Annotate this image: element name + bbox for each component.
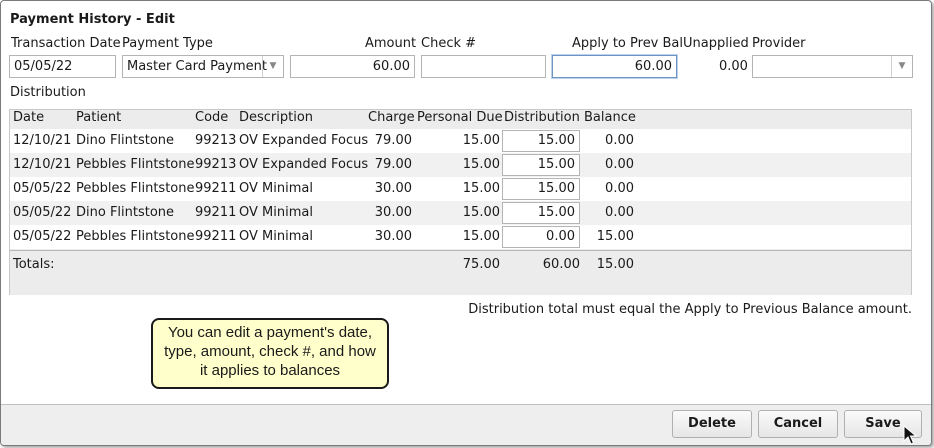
row-personal-due: 15.00 xyxy=(462,157,500,172)
row-description: OV Expanded Focus xyxy=(239,133,369,148)
distribution-section-label: Distribution xyxy=(10,85,86,100)
payment-history-edit-dialog: Payment History - Edit Transaction Date … xyxy=(0,0,932,446)
table-row[interactable]: 05/05/22 Pebbles Flintstone 99211 OV Min… xyxy=(10,177,911,201)
table-row[interactable]: 12/10/21 Pebbles Flintstone 99213 OV Exp… xyxy=(10,153,911,177)
payment-type-select[interactable]: Master Card Payment ▼ xyxy=(122,55,284,78)
column-header-patient: Patient xyxy=(76,110,122,125)
row-personal-due: 15.00 xyxy=(462,229,500,244)
row-code: 99213 xyxy=(195,133,237,148)
row-code: 99211 xyxy=(195,205,237,220)
row-distribution-field[interactable]: 15.00 xyxy=(502,178,580,200)
apply-to-prev-bal-label: Apply to Prev Bal xyxy=(572,36,684,51)
row-distribution-field[interactable]: 15.00 xyxy=(502,154,580,176)
row-description: OV Minimal xyxy=(239,205,313,220)
row-distribution-field[interactable]: 15.00 xyxy=(502,202,580,224)
column-header-code: Code xyxy=(195,110,229,125)
check-number-label: Check # xyxy=(421,36,477,51)
provider-select[interactable]: ▼ xyxy=(752,55,913,78)
unapplied-label: Unapplied xyxy=(683,36,749,51)
row-patient: Pebbles Flintstone xyxy=(76,181,195,196)
row-description: OV Minimal xyxy=(239,229,313,244)
row-date: 12/10/21 xyxy=(13,133,72,148)
row-description: OV Minimal xyxy=(239,181,313,196)
provider-label: Provider xyxy=(752,36,806,51)
totals-row: Totals: 75.00 60.00 15.00 xyxy=(10,250,911,295)
row-distribution-field[interactable]: 15.00 xyxy=(502,130,580,152)
column-header-date: Date xyxy=(13,110,45,125)
row-charge: 30.00 xyxy=(374,205,412,220)
totals-label: Totals: xyxy=(13,257,55,272)
row-personal-due: 15.00 xyxy=(462,133,500,148)
apply-to-prev-bal-field[interactable]: 60.00 xyxy=(552,55,677,78)
row-charge: 30.00 xyxy=(374,181,412,196)
row-code: 99213 xyxy=(195,157,237,172)
row-description: OV Expanded Focus xyxy=(239,157,369,172)
dialog-title: Payment History - Edit xyxy=(10,12,175,27)
payment-type-value: Master Card Payment xyxy=(127,59,267,74)
table-row[interactable]: 12/10/21 Dino Flintstone 99213 OV Expand… xyxy=(10,129,911,153)
row-code: 99211 xyxy=(195,229,237,244)
totals-distribution: 60.00 xyxy=(542,257,580,272)
check-number-field[interactable] xyxy=(421,55,546,78)
row-balance: 0.00 xyxy=(605,205,634,220)
chevron-down-icon[interactable]: ▼ xyxy=(891,56,912,77)
row-date: 05/05/22 xyxy=(13,229,72,244)
cancel-button[interactable]: Cancel xyxy=(758,410,838,438)
totals-balance: 15.00 xyxy=(596,257,634,272)
amount-field[interactable]: 60.00 xyxy=(290,55,415,78)
row-charge: 30.00 xyxy=(374,229,412,244)
row-balance: 0.00 xyxy=(605,157,634,172)
row-charge: 79.00 xyxy=(374,157,412,172)
distribution-note: Distribution total must equal the Apply … xyxy=(468,302,912,317)
row-personal-due: 15.00 xyxy=(462,205,500,220)
column-header-distribution: Distribution xyxy=(504,110,580,125)
column-header-description: Description xyxy=(239,110,314,125)
row-balance: 0.00 xyxy=(605,133,634,148)
column-header-personal-due: Personal Due xyxy=(417,110,503,125)
row-personal-due: 15.00 xyxy=(462,181,500,196)
row-patient: Dino Flintstone xyxy=(76,133,175,148)
row-date: 05/05/22 xyxy=(13,205,72,220)
transaction-date-label: Transaction Date xyxy=(11,36,121,51)
unapplied-value: 0.00 xyxy=(719,59,748,74)
help-callout: You can edit a payment's date, type, amo… xyxy=(151,318,389,389)
row-patient: Dino Flintstone xyxy=(76,205,175,220)
amount-label: Amount xyxy=(365,36,417,51)
row-date: 05/05/22 xyxy=(13,181,72,196)
table-row[interactable]: 05/05/22 Pebbles Flintstone 99211 OV Min… xyxy=(10,225,911,249)
delete-button[interactable]: Delete xyxy=(672,410,752,438)
table-row[interactable]: 05/05/22 Dino Flintstone 99211 OV Minima… xyxy=(10,201,911,225)
row-patient: Pebbles Flintstone xyxy=(76,229,195,244)
totals-personal-due: 75.00 xyxy=(462,257,500,272)
column-header-charge: Charge xyxy=(368,110,415,125)
transaction-date-field[interactable]: 05/05/22 xyxy=(9,55,116,78)
row-charge: 79.00 xyxy=(374,133,412,148)
row-balance: 0.00 xyxy=(605,181,634,196)
row-code: 99211 xyxy=(195,181,237,196)
row-balance: 15.00 xyxy=(596,229,634,244)
row-patient: Pebbles Flintstone xyxy=(76,157,195,172)
mouse-pointer-icon xyxy=(903,425,917,445)
payment-type-label: Payment Type xyxy=(122,36,213,51)
chevron-down-icon[interactable]: ▼ xyxy=(262,56,283,77)
row-date: 12/10/21 xyxy=(13,157,72,172)
row-distribution-field[interactable]: 0.00 xyxy=(502,226,580,248)
column-header-balance: Balance xyxy=(584,110,636,125)
